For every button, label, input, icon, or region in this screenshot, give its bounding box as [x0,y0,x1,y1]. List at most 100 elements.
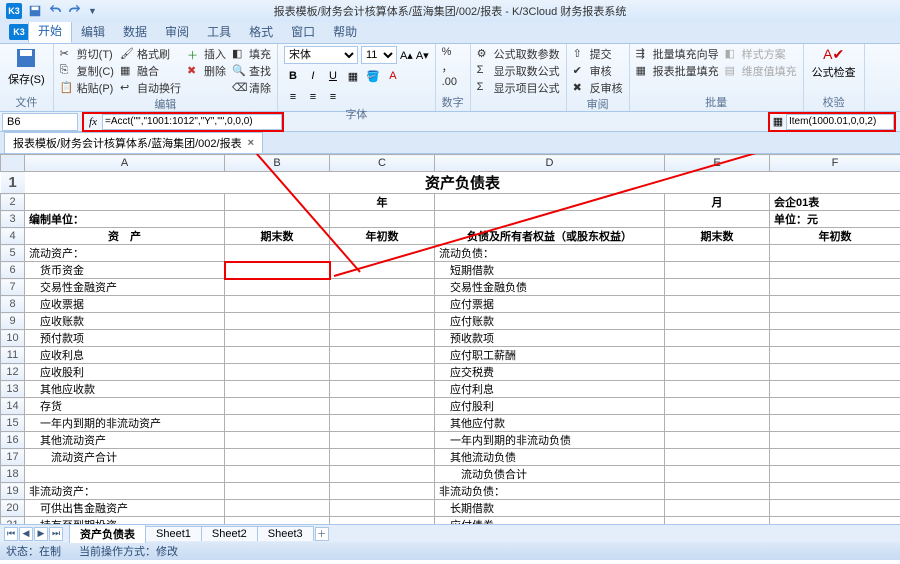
cell[interactable] [770,483,900,500]
sheet-tab[interactable]: 资产负债表 [69,524,146,543]
cell[interactable] [770,432,900,449]
nav-last-icon[interactable]: ⏭ [49,527,63,541]
cell[interactable]: 资产负债表 [25,172,900,194]
cell[interactable]: 流动负债： [435,245,665,262]
cell[interactable]: 应交税费 [435,364,665,381]
cell[interactable] [225,211,330,228]
cell[interactable] [665,330,770,347]
cell[interactable]: 短期借款 [435,262,665,279]
cell[interactable] [330,211,435,228]
cell[interactable] [330,381,435,398]
cell[interactable] [330,245,435,262]
cell[interactable] [665,262,770,279]
cell[interactable] [25,466,225,483]
copy-button[interactable]: ⎘复制(C) [60,63,114,79]
cell[interactable] [225,245,330,262]
row-header[interactable]: 10 [1,330,25,347]
cell[interactable] [225,364,330,381]
cell[interactable]: 其他流动资产 [25,432,225,449]
cell[interactable] [330,517,435,525]
cell[interactable] [330,313,435,330]
row-header[interactable]: 14 [1,398,25,415]
cell[interactable]: 可供出售金融资产 [25,500,225,517]
cell[interactable] [770,296,900,313]
cell[interactable] [665,483,770,500]
cell[interactable] [225,517,330,525]
cell[interactable] [665,432,770,449]
sheet-tab[interactable]: Sheet2 [201,526,258,541]
cell[interactable]: 应收利息 [25,347,225,364]
cell[interactable] [25,194,225,211]
show-fx-button[interactable]: Σ显示取数公式 [477,63,560,79]
cell[interactable]: 非流动负债： [435,483,665,500]
cell[interactable]: 持有至到期投资 [25,517,225,525]
row-header[interactable]: 5 [1,245,25,262]
cell[interactable] [330,500,435,517]
cell[interactable] [225,194,330,211]
cell[interactable] [330,449,435,466]
save-icon[interactable] [28,4,42,18]
merge-button[interactable]: ▦融合 [120,63,181,79]
font-color-button[interactable]: A [384,67,402,85]
cell[interactable] [225,347,330,364]
spreadsheet[interactable]: A B C D E F 1资产负债表2年月会企01表3编制单位：单位：元4资 产… [0,154,900,524]
cell[interactable] [665,449,770,466]
cell[interactable] [225,483,330,500]
align-left-icon[interactable]: ≡ [284,88,302,106]
cell[interactable] [770,279,900,296]
bold-button[interactable]: B [284,67,302,85]
nav-prev-icon[interactable]: ◀ [19,527,33,541]
cell[interactable] [770,364,900,381]
cell[interactable] [770,330,900,347]
row-header[interactable]: 4 [1,228,25,245]
cell[interactable] [330,364,435,381]
cell[interactable]: 其他流动负债 [435,449,665,466]
cell[interactable]: 负债及所有者权益（或股东权益） [435,228,665,245]
percent-button[interactable]: % [442,46,457,58]
row-header[interactable]: 9 [1,313,25,330]
cell[interactable] [770,347,900,364]
row-header[interactable]: 11 [1,347,25,364]
cell[interactable] [225,330,330,347]
cell[interactable]: 资 产 [25,228,225,245]
batch-guide-button[interactable]: ⇶批量填充向导 [636,46,719,62]
row-header[interactable]: 12 [1,364,25,381]
redo-icon[interactable] [68,4,82,18]
cell[interactable]: 编制单位： [25,211,225,228]
paste-button[interactable]: 📋粘贴(P) [60,80,114,96]
cell[interactable] [330,262,435,279]
cut-button[interactable]: ✂剪切(T) [60,46,114,62]
tab-window[interactable]: 窗口 [282,20,324,43]
close-icon[interactable]: × [248,137,254,149]
cell[interactable]: 流动资产： [25,245,225,262]
row-header[interactable]: 15 [1,415,25,432]
align-right-icon[interactable]: ≡ [324,88,342,106]
batch-fill-button[interactable]: ▦报表批量填充 [636,63,719,79]
cell[interactable] [665,245,770,262]
row-header[interactable]: 19 [1,483,25,500]
col-header[interactable]: A [25,155,225,172]
cell[interactable]: 应收账款 [25,313,225,330]
cell[interactable]: 交易性金融负债 [435,279,665,296]
cell[interactable]: 应付票据 [435,296,665,313]
cell[interactable]: 一年内到期的非流动负债 [435,432,665,449]
cell[interactable]: 货币资金 [25,262,225,279]
cell[interactable]: 单位：元 [770,211,900,228]
border-button[interactable]: ▦ [344,67,362,85]
tab-format[interactable]: 格式 [240,20,282,43]
cell[interactable] [330,296,435,313]
row-header[interactable]: 21 [1,517,25,525]
approve-button[interactable]: ✔审核 [573,63,623,79]
cell[interactable]: 应付股利 [435,398,665,415]
style-button[interactable]: ◧样式方案 [725,46,797,62]
cell[interactable] [330,347,435,364]
row-header[interactable]: 7 [1,279,25,296]
cell[interactable]: 年初数 [330,228,435,245]
insert-button[interactable]: ＋插入 [187,46,226,62]
cell[interactable] [225,279,330,296]
cell[interactable]: 应付债券 [435,517,665,525]
cell[interactable]: 年 [330,194,435,211]
clear-button[interactable]: ⌫清除 [232,80,271,96]
cell[interactable]: 非流动资产： [25,483,225,500]
cell[interactable] [770,517,900,525]
